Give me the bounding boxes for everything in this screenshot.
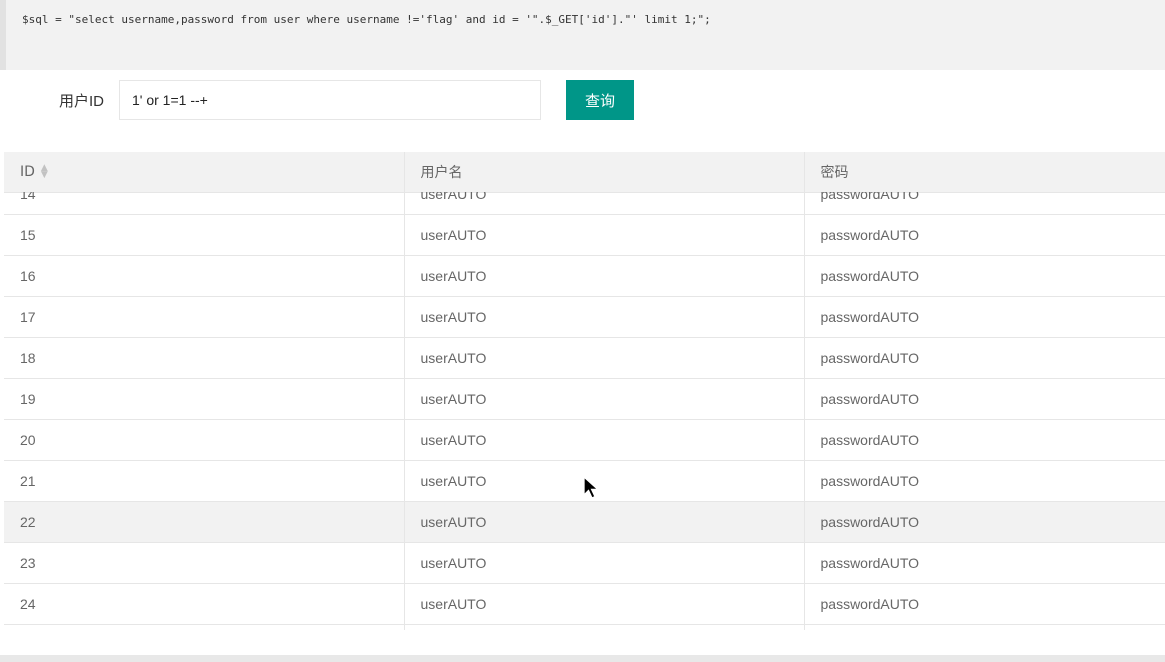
cell-id: 16 — [4, 255, 405, 297]
bottom-scrollbar[interactable] — [0, 655, 1165, 662]
results-table: ID ▲ ▼ 用户名 密码 14 userAUTO passwordAUTO 15 user… — [4, 152, 1165, 630]
cell-password: passwordAUTO — [804, 255, 1165, 297]
table-row[interactable]: 24 userAUTO passwordAUTO — [4, 583, 1165, 625]
column-header-id-label: ID — [20, 164, 35, 180]
cell-password: passwordAUTO — [804, 419, 1165, 461]
sql-code: $sql = "select username,password from us… — [22, 13, 711, 26]
cell-id: 21 — [4, 460, 405, 502]
cell-id: 24 — [4, 583, 405, 625]
table-row[interactable]: 19 userAUTO passwordAUTO — [4, 378, 1165, 420]
cell-password: passwordAUTO — [804, 583, 1165, 625]
user-id-input[interactable] — [119, 80, 541, 120]
table-row[interactable]: 23 userAUTO passwordAUTO — [4, 542, 1165, 584]
cell-password: passwordAUTO — [804, 214, 1165, 256]
cell-password: passwordAUTO — [804, 192, 1165, 215]
table-row[interactable]: 20 userAUTO passwordAUTO — [4, 419, 1165, 461]
cell-username: flag — [404, 624, 805, 630]
table-row[interactable]: 16 userAUTO passwordAUTO — [4, 255, 1165, 297]
cell-password: passwordAUTO — [804, 542, 1165, 584]
table-row[interactable]: 22 userAUTO passwordAUTO — [4, 501, 1165, 543]
table-row[interactable]: 15 userAUTO passwordAUTO — [4, 214, 1165, 256]
cell-username: userAUTO — [404, 542, 805, 584]
table-header-row: ID ▲ ▼ 用户名 密码 — [4, 152, 1165, 193]
table-row[interactable]: 18 userAUTO passwordAUTO — [4, 337, 1165, 379]
cell-username: userAUTO — [404, 296, 805, 338]
cell-username: userAUTO — [404, 419, 805, 461]
sort-icon[interactable]: ▲ ▼ — [41, 164, 48, 180]
table-row[interactable]: 17 userAUTO passwordAUTO — [4, 296, 1165, 338]
cell-id: 26 — [4, 624, 405, 630]
cell-username: userAUTO — [404, 460, 805, 502]
cell-username: userAUTO — [404, 192, 805, 215]
cell-password: passwordAUTO — [804, 378, 1165, 420]
cell-password: ctfshow{d18250f4-fbfd-435e-8263-4e5295d6… — [804, 624, 1165, 630]
cell-password: passwordAUTO — [804, 460, 1165, 502]
cell-username: userAUTO — [404, 378, 805, 420]
user-id-label: 用户ID — [59, 93, 105, 110]
cell-id: 20 — [4, 419, 405, 461]
cell-password: passwordAUTO — [804, 501, 1165, 543]
cell-id: 23 — [4, 542, 405, 584]
column-header-username: 用户名 — [404, 152, 805, 193]
mouse-pointer-icon — [583, 476, 600, 499]
query-button[interactable]: 查询 — [566, 80, 634, 120]
cell-username: userAUTO — [404, 501, 805, 543]
cell-password: passwordAUTO — [804, 296, 1165, 338]
table-body-scroll[interactable]: 14 userAUTO passwordAUTO 15 userAUTO password… — [4, 192, 1165, 630]
cell-username: userAUTO — [404, 337, 805, 379]
column-header-id[interactable]: ID ▲ ▼ — [4, 152, 405, 193]
cell-id: 22 — [4, 501, 405, 543]
cell-password: passwordAUTO — [804, 337, 1165, 379]
cell-username: userAUTO — [404, 214, 805, 256]
table-row[interactable]: 14 userAUTO passwordAUTO — [4, 192, 1165, 215]
cell-id: 15 — [4, 214, 405, 256]
cell-id: 19 — [4, 378, 405, 420]
search-form: 用户ID 查询 — [0, 70, 1165, 132]
column-header-password: 密码 — [804, 152, 1165, 193]
cell-id: 14 — [4, 192, 405, 215]
cell-id: 17 — [4, 296, 405, 338]
table-body: 14 userAUTO passwordAUTO 15 userAUTO password… — [4, 192, 1165, 630]
code-block: $sql = "select username,password from us… — [0, 0, 1165, 70]
cell-id: 18 — [4, 337, 405, 379]
cell-username: userAUTO — [404, 583, 805, 625]
table-row[interactable]: 26flagctfshow{d18250f4-fbfd-435e-8263-4e… — [4, 624, 1165, 630]
cell-username: userAUTO — [404, 255, 805, 297]
